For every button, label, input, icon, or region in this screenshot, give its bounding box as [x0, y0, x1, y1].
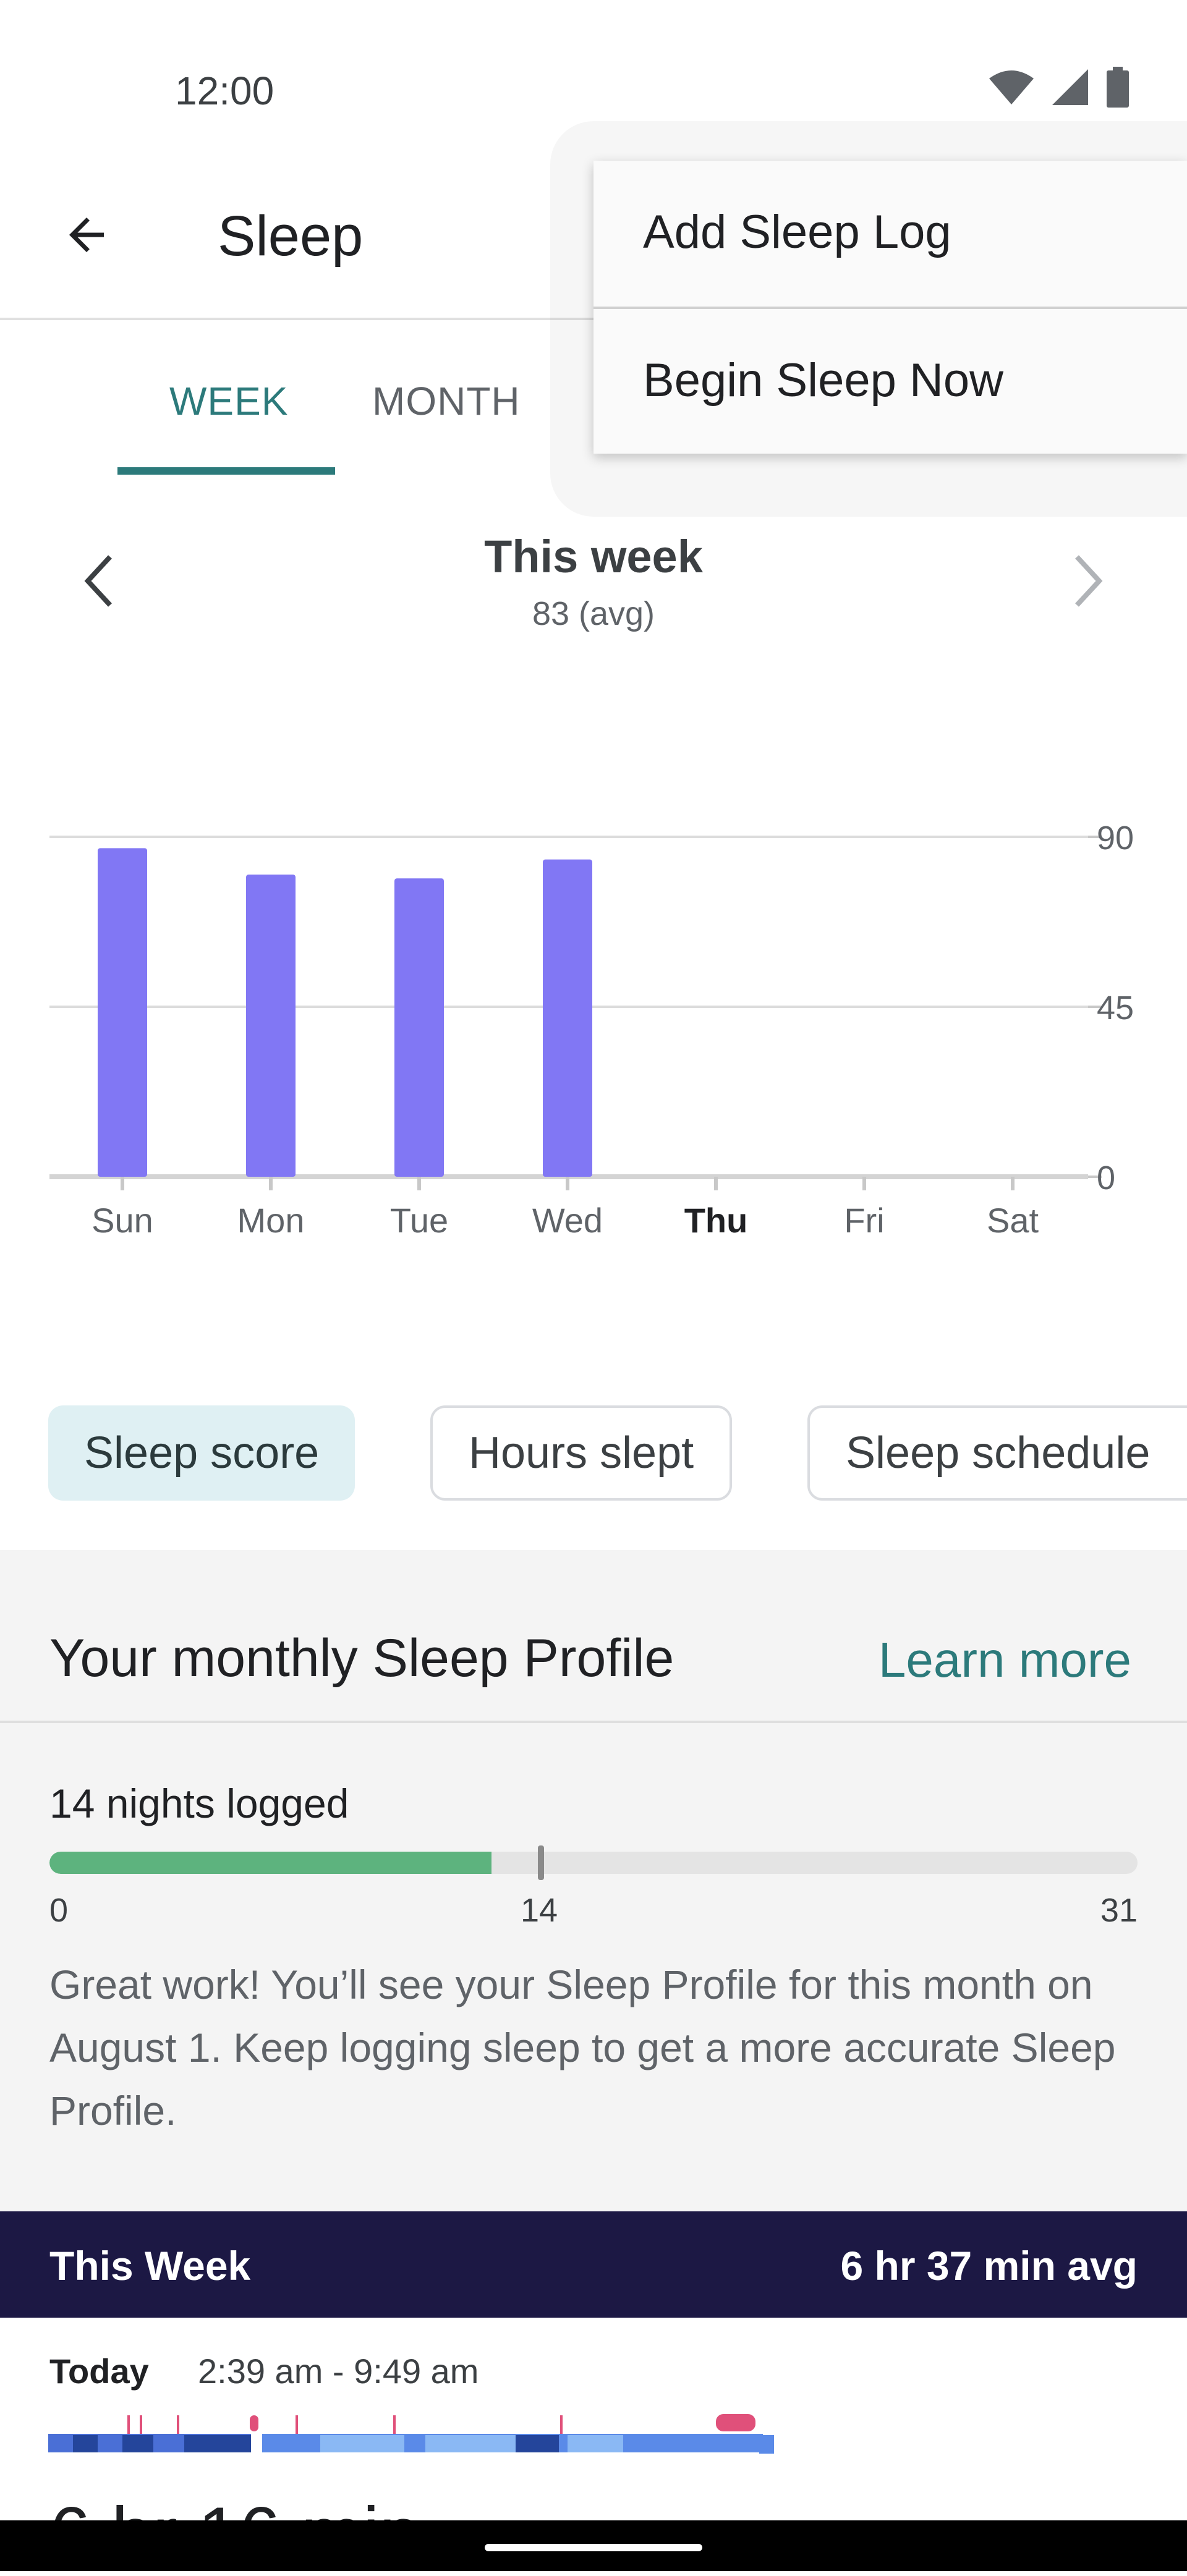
this-week-average: 6 hr 37 min avg — [840, 2243, 1138, 2289]
progress-min-label: 0 — [49, 1892, 69, 1929]
next-week-button[interactable] — [1057, 544, 1119, 618]
progress-current-label: 14 — [521, 1892, 558, 1929]
chevron-left-icon — [84, 555, 112, 607]
tab-week[interactable]: WEEK — [169, 378, 288, 424]
overflow-menu: Add Sleep Log Begin Sleep Now — [594, 161, 1187, 454]
progress-marker — [538, 1845, 544, 1880]
cellular-signal-icon — [1052, 69, 1088, 105]
y-tick-label: 90 — [1097, 820, 1134, 857]
menu-item-add-sleep-log[interactable]: Add Sleep Log — [594, 205, 1187, 259]
learn-more-link[interactable]: Learn more — [879, 1632, 1131, 1688]
today-label[interactable]: Today — [49, 2351, 149, 2391]
arrow-back-icon — [69, 218, 104, 252]
nights-progress-bar — [49, 1852, 1138, 1874]
sleep-profile-title: Your monthly Sleep Profile — [49, 1629, 674, 1688]
nights-progress-fill — [49, 1852, 492, 1874]
tab-month[interactable]: MONTH — [372, 378, 521, 424]
x-tick-label: Fri — [844, 1201, 884, 1240]
profile-divider — [0, 1721, 1187, 1723]
chip-sleep-schedule[interactable]: Sleep schedule — [807, 1405, 1187, 1501]
home-gesture-handle[interactable] — [485, 2544, 702, 2551]
sleep-stages-strip — [48, 2414, 774, 2454]
today-time-range: 2:39 am - 9:49 am — [198, 2352, 479, 2391]
y-tick-label: 0 — [1097, 1159, 1115, 1197]
chip-hours-slept[interactable]: Hours slept — [430, 1405, 733, 1501]
sleep-score-chart: 0 45 90 Sun Mon Tue Wed Thu Fri Sat — [49, 820, 1134, 1240]
bar-tue — [394, 878, 444, 1177]
menu-item-begin-sleep-now[interactable]: Begin Sleep Now — [594, 354, 1187, 407]
page-title: Sleep — [218, 205, 364, 268]
battery-icon — [1107, 67, 1129, 108]
tab-indicator — [117, 467, 335, 475]
week-title: This week — [484, 531, 703, 582]
wifi-icon — [989, 70, 1034, 104]
y-tick-label: 45 — [1097, 989, 1134, 1027]
back-button[interactable] — [49, 198, 124, 272]
x-tick-label: Sat — [987, 1201, 1039, 1240]
status-time: 12:00 — [175, 69, 274, 113]
progress-max-label: 31 — [1100, 1892, 1138, 1929]
week-average: 83 (avg) — [532, 595, 655, 632]
nights-logged: 14 nights logged — [49, 1781, 349, 1826]
x-tick-label: Tue — [390, 1201, 448, 1240]
x-tick-label: Sun — [91, 1201, 153, 1240]
bar-sun — [98, 848, 147, 1177]
status-icons — [988, 67, 1130, 108]
x-tick-label: Mon — [237, 1201, 305, 1240]
bar-wed — [543, 859, 592, 1177]
bar-mon — [246, 875, 296, 1177]
chip-sleep-score[interactable]: Sleep score — [48, 1405, 355, 1501]
menu-divider — [594, 307, 1187, 309]
x-tick-label: Thu — [684, 1201, 748, 1240]
previous-week-button[interactable] — [68, 544, 130, 618]
x-tick-label: Wed — [532, 1201, 603, 1240]
profile-message: Great work! You’ll see your Sleep Profil… — [49, 1962, 1116, 2133]
this-week-label: This Week — [49, 2243, 251, 2289]
chevron-right-icon — [1075, 555, 1103, 607]
